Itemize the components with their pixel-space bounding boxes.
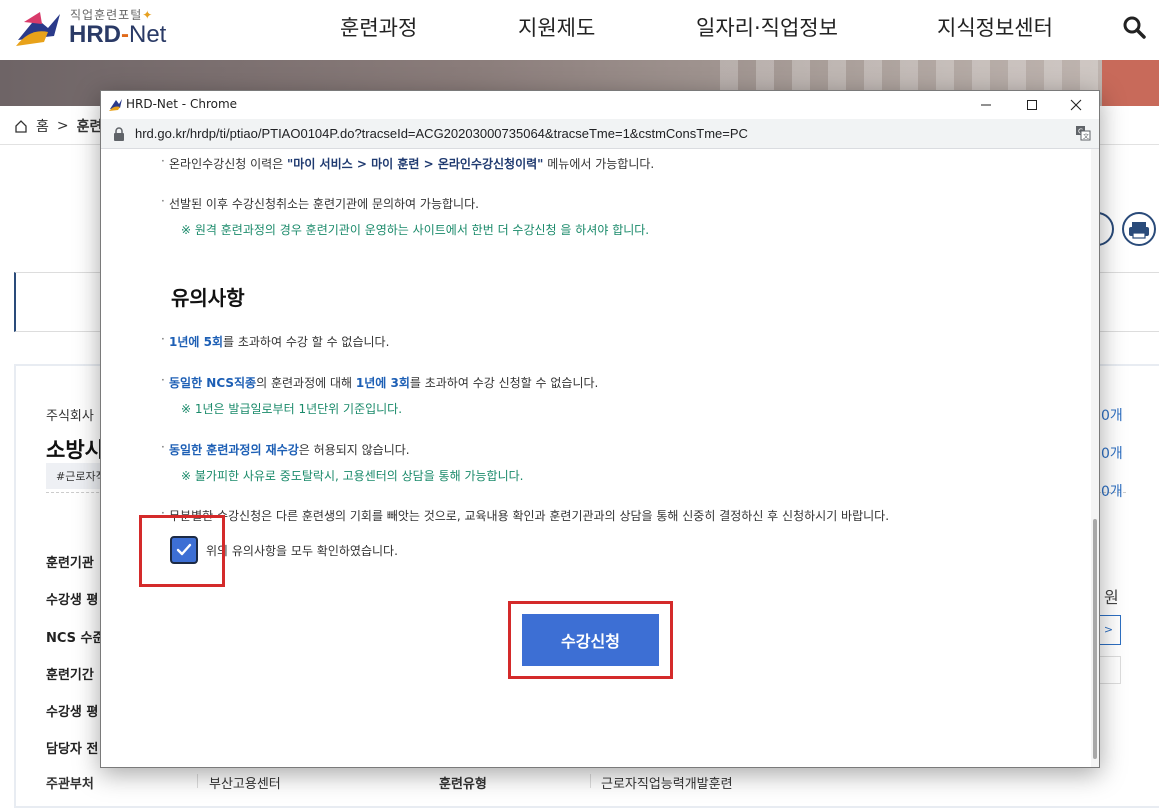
course-title: 소방시 [46, 438, 104, 462]
nav-support-system[interactable]: 지원제도 [518, 12, 595, 42]
notice-section-title: 유의사항 [171, 286, 245, 310]
close-icon [1070, 99, 1082, 111]
search-icon[interactable] [1122, 15, 1146, 39]
notice-3-note: ※ 불가피한 사유로 중도탈락시, 고용센터의 상담을 통해 가능합니다. [181, 469, 524, 483]
logo-dash: - [121, 21, 129, 48]
notice-2-highlight-1: 동일한 NCS직종 [169, 376, 257, 390]
row-label-rating: 수강생 평 [46, 593, 99, 608]
count-value-1: 0개 [1101, 408, 1123, 424]
row-label-period: 훈련기간 [46, 668, 94, 683]
bottom-label-type: 훈련유형 [439, 777, 487, 792]
translate-icon[interactable]: G 文 [1075, 125, 1091, 141]
logo-mark-icon [16, 12, 60, 46]
site-header: 직업훈련포털✦ HRD-Net 훈련과정 지원제도 일자리·직업정보 지식정보센… [0, 0, 1159, 60]
minimize-button[interactable] [963, 91, 1009, 119]
notice-2-highlight-2: 1년에 3회 [355, 376, 410, 390]
notice-item-2: 동일한 NCS직종의 훈련과정에 대해 1년에 3회를 초과하여 수강 신청할 … [161, 373, 599, 391]
nav-job-info[interactable]: 일자리·직업정보 [696, 12, 838, 42]
lock-icon[interactable] [113, 127, 125, 141]
bottom-separator-2 [590, 774, 591, 788]
home-icon[interactable] [14, 119, 28, 133]
logo-hrd: HRD [69, 21, 121, 48]
window-titlebar[interactable]: HRD-Net - Chrome [101, 91, 1099, 119]
row-label-ncs-level: NCS 수준 [46, 631, 105, 646]
chrome-popup-window: HRD-Net - Chrome hrd.go.kr/hrdp/ti/ptiao… [100, 90, 1100, 768]
breadcrumb-separator: > [56, 118, 69, 134]
popup-content: 온라인수강신청 이력은 "마이 서비스 > 마이 훈련 > 온라인수강신청이력"… [101, 149, 1099, 767]
notice-3-highlight: 동일한 훈련과정의 재수강 [169, 443, 299, 457]
notice-3-text: 은 허용되지 않습니다. [298, 443, 410, 457]
hrd-net-logo[interactable]: 직업훈련포털✦ HRD-Net [14, 4, 184, 54]
cancel-info-item: 선발된 이후 수강신청취소는 훈련기관에 문의하여 가능합니다. [161, 194, 479, 212]
notice-1-highlight: 1년에 5회 [169, 335, 223, 349]
svg-text:文: 文 [1083, 133, 1089, 141]
row-label-contact: 담당자 전 [46, 742, 99, 757]
bottom-value-ministry: 부산고용센터 [209, 777, 281, 792]
printer-icon [1129, 222, 1149, 239]
breadcrumb-home[interactable]: 홈 [36, 116, 49, 136]
history-info-text: 온라인수강신청 이력은 [169, 157, 288, 171]
history-info-suffix: 메뉴에서 가능합니다. [543, 157, 655, 171]
count-value-3: 0개 [1101, 484, 1123, 500]
bottom-label-ministry: 주관부처 [46, 777, 94, 792]
url-text[interactable]: hrd.go.kr/hrdp/ti/ptiao/PTIAO0104P.do?tr… [135, 126, 748, 141]
annotation-highlight-checkbox [139, 515, 225, 587]
notice-2-note: ※ 1년은 발급일로부터 1년단위 기준입니다. [181, 402, 403, 416]
notice-item-4: 무분별한 수강신청은 다른 훈련생의 기회를 빼앗는 것으로, 교육내용 확인과… [161, 506, 889, 524]
maximize-icon [1027, 100, 1037, 110]
notice-2-text-mid: 의 훈련과정에 대해 [256, 376, 356, 390]
count-value-2: 0개 [1101, 446, 1123, 462]
window-title: HRD-Net - Chrome [126, 97, 238, 111]
maximize-button[interactable] [1009, 91, 1055, 119]
minimize-icon [981, 104, 991, 106]
close-window-button[interactable] [1053, 91, 1099, 119]
price-unit: 원 [1104, 588, 1119, 607]
course-tab-right[interactable] [1096, 272, 1159, 332]
popup-scrollbar[interactable] [1091, 149, 1099, 767]
logo-net: Net [129, 21, 167, 48]
row-label-institution: 훈련기관 [46, 556, 94, 571]
notice-item-3: 동일한 훈련과정의 재수강은 허용되지 않습니다. [161, 440, 410, 458]
notice-1-text: 를 초과하여 수강 할 수 없습니다. [223, 335, 390, 349]
remote-course-note: ※ 원격 훈련과정의 경우 훈련기관이 운영하는 사이트에서 한번 더 수강신청… [181, 223, 650, 237]
scrollbar-thumb[interactable] [1093, 519, 1097, 759]
apply-course-button[interactable]: 수강신청 [522, 614, 659, 666]
nav-training-courses[interactable]: 훈련과정 [340, 12, 417, 42]
notice-item-1: 1년에 5회를 초과하여 수강 할 수 없습니다. [161, 332, 390, 350]
history-menu-path: "마이 서비스 > 마이 훈련 > 온라인수강신청이력" [287, 157, 544, 171]
course-tab-left[interactable] [14, 272, 114, 332]
address-bar[interactable]: hrd.go.kr/hrdp/ti/ptiao/PTIAO0104P.do?tr… [101, 119, 1099, 149]
history-info-item: 온라인수강신청 이력은 "마이 서비스 > 마이 훈련 > 온라인수강신청이력"… [161, 154, 655, 172]
company-name: 주식회사 [46, 409, 94, 424]
row-label-rating-2: 수강생 평 [46, 705, 99, 720]
bottom-separator [197, 774, 198, 788]
logo-subtitle: 직업훈련포털 [70, 8, 143, 22]
breadcrumb: 홈 > 훈련 [14, 116, 102, 136]
logo-plus-icon: ✦ [142, 8, 154, 22]
bottom-value-type: 근로자직업능력개발훈련 [601, 777, 733, 792]
nav-knowledge-center[interactable]: 지식정보센터 [937, 12, 1053, 42]
confirm-checkbox-label[interactable]: 위의 유의사항을 모두 확인하였습니다. [206, 542, 398, 559]
breadcrumb-training[interactable]: 훈련 [77, 116, 103, 136]
notice-2-text-end: 를 초과하여 수강 신청할 수 없습니다. [409, 376, 599, 390]
print-button[interactable] [1122, 212, 1156, 246]
banner-decoration-accent [1102, 60, 1159, 106]
hrd-favicon-icon [109, 99, 122, 111]
